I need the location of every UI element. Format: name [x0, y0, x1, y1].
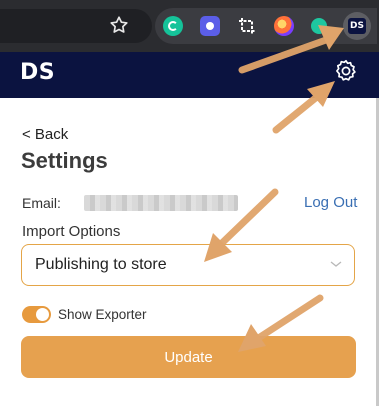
gear-icon[interactable]	[334, 59, 358, 83]
update-button[interactable]: Update	[21, 336, 356, 378]
ds-extension-icon[interactable]: DS	[343, 12, 371, 40]
import-options-value: Publishing to store	[35, 256, 167, 273]
browser-toolbar: DS	[0, 0, 379, 52]
firefox-icon[interactable]	[274, 16, 294, 36]
ds-extension-badge: DS	[348, 18, 366, 34]
teal-extension-icon[interactable]	[311, 18, 327, 34]
back-link[interactable]: < Back	[22, 126, 68, 143]
email-value-redacted	[84, 195, 238, 211]
extensions-bar: DS	[155, 8, 377, 44]
email-label: Email:	[22, 195, 61, 211]
app-header: DS	[0, 52, 379, 98]
toggle-knob	[36, 308, 49, 321]
app-logo: DS	[20, 60, 56, 85]
show-exporter-toggle[interactable]	[22, 306, 51, 323]
crop-icon[interactable]	[237, 16, 257, 36]
chevron-down-icon	[330, 261, 342, 267]
extension-icon[interactable]	[200, 16, 220, 36]
import-options-label: Import Options	[22, 223, 121, 240]
star-icon[interactable]	[108, 14, 130, 36]
grammarly-icon[interactable]	[163, 16, 183, 36]
import-options-select[interactable]: Publishing to store	[21, 244, 355, 286]
show-exporter-label: Show Exporter	[58, 307, 147, 322]
logout-link[interactable]: Log Out	[304, 194, 357, 211]
page-title: Settings	[21, 148, 108, 173]
